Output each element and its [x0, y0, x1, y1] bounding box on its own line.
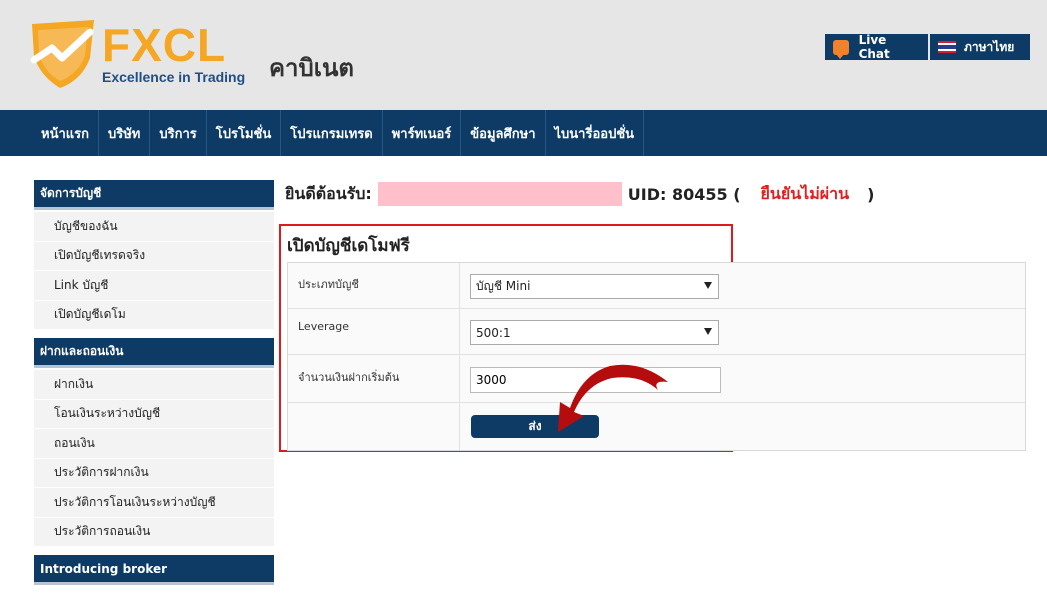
nav-item-services[interactable]: บริการ — [150, 110, 207, 156]
nav-item-partners[interactable]: พาร์ทเนอร์ — [383, 110, 462, 156]
sidebar-item-withdraw[interactable]: ถอนเงิน — [34, 429, 274, 459]
welcome-line: ยินดีต้อนรับ: UID: 80455 ( ยืนยันไม่ผ่าน… — [285, 182, 874, 206]
header: FXCL Excellence in Trading คาบิเนต Live … — [0, 0, 1047, 110]
language-label: ภาษาไทย — [964, 39, 1015, 54]
form-row-account-type: ประเภทบัญชี บัญชี Mini — [288, 263, 1025, 309]
submit-button[interactable]: ส่ง — [471, 415, 599, 438]
initial-deposit-input[interactable] — [470, 367, 721, 393]
account-type-value: บัญชี Mini — [476, 279, 531, 293]
dropdown-arrow-icon — [704, 328, 712, 335]
form-title: เปิดบัญชีเดโมฟรี — [287, 236, 410, 256]
sidebar-item-link-account[interactable]: Link บัญชี — [34, 271, 274, 301]
sidebar-item-open-real-account[interactable]: เปิดบัญชีเทรดจริง — [34, 241, 274, 271]
sidebar-item-my-account[interactable]: บัญชีของฉัน — [34, 212, 274, 242]
nav-item-binary-options[interactable]: ไบนารี่ออปชั่น — [546, 110, 645, 156]
nav-item-company[interactable]: บริษัท — [99, 110, 151, 156]
initial-deposit-label: จำนวนเงินฝากเริ่มต้น — [298, 371, 400, 384]
welcome-label: ยินดีต้อนรับ: — [285, 183, 372, 203]
sidebar-section-introducing-broker[interactable]: Introducing broker — [34, 555, 274, 585]
redacted-username — [377, 182, 622, 206]
nav-item-promotions[interactable]: โปรโมชั่น — [207, 110, 282, 156]
form-row-leverage: Leverage 500:1 — [288, 309, 1025, 355]
uid-close-paren: ) — [867, 184, 875, 204]
fxcl-logo[interactable]: FXCL Excellence in Trading — [28, 18, 246, 90]
account-type-select[interactable]: บัญชี Mini — [470, 274, 719, 299]
sidebar-item-deposit-history[interactable]: ประวัติการฝากเงิน — [34, 458, 274, 488]
live-chat-button[interactable]: Live Chat — [825, 33, 928, 61]
uid-label: UID: 80455 ( — [627, 184, 741, 204]
verification-status[interactable]: ยืนยันไม่ผ่าน — [761, 182, 850, 207]
shield-logo-icon — [30, 20, 94, 88]
nav-item-home[interactable]: หน้าแรก — [32, 110, 99, 156]
account-type-label: ประเภทบัญชี — [298, 278, 359, 291]
nav-item-trading-platforms[interactable]: โปรแกรมเทรด — [281, 110, 383, 156]
sidebar-item-transfer-history[interactable]: ประวัติการโอนเงินระหว่างบัญชี — [34, 488, 274, 518]
leverage-value: 500:1 — [476, 325, 511, 340]
page-title: คาบิเนต — [269, 54, 354, 82]
sidebar-section-account-management: จัดการบัญชี — [34, 180, 274, 210]
nav-item-education[interactable]: ข้อมูลศึกษา — [461, 110, 546, 156]
leverage-select[interactable]: 500:1 — [470, 320, 719, 345]
leverage-label: Leverage — [298, 320, 349, 333]
sidebar: จัดการบัญชี บัญชีของฉัน เปิดบัญชีเทรดจริ… — [34, 180, 274, 585]
sidebar-item-deposit[interactable]: ฝากเงิน — [34, 370, 274, 400]
demo-account-form: ประเภทบัญชี บัญชี Mini Leverage 500:1 จำ… — [287, 262, 1026, 451]
logo-text: FXCL — [102, 19, 227, 71]
language-selector[interactable]: ภาษาไทย — [930, 34, 1030, 60]
sidebar-section-deposit-withdraw: ฝากและถอนเงิน — [34, 338, 274, 368]
live-chat-label: Live Chat — [858, 33, 890, 61]
chat-bubble-icon — [833, 39, 849, 59]
sidebar-item-open-demo-account[interactable]: เปิดบัญชีเดโม — [34, 300, 274, 330]
main-nav: หน้าแรก บริษัท บริการ โปรโมชั่น โปรแกรมเ… — [0, 110, 1047, 156]
dropdown-arrow-icon — [704, 282, 712, 289]
thai-flag-icon — [938, 41, 956, 53]
logo-tagline: Excellence in Trading — [102, 69, 246, 85]
sidebar-item-internal-transfer[interactable]: โอนเงินระหว่างบัญชี — [34, 399, 274, 429]
sidebar-item-withdraw-history[interactable]: ประวัติการถอนเงิน — [34, 517, 274, 547]
